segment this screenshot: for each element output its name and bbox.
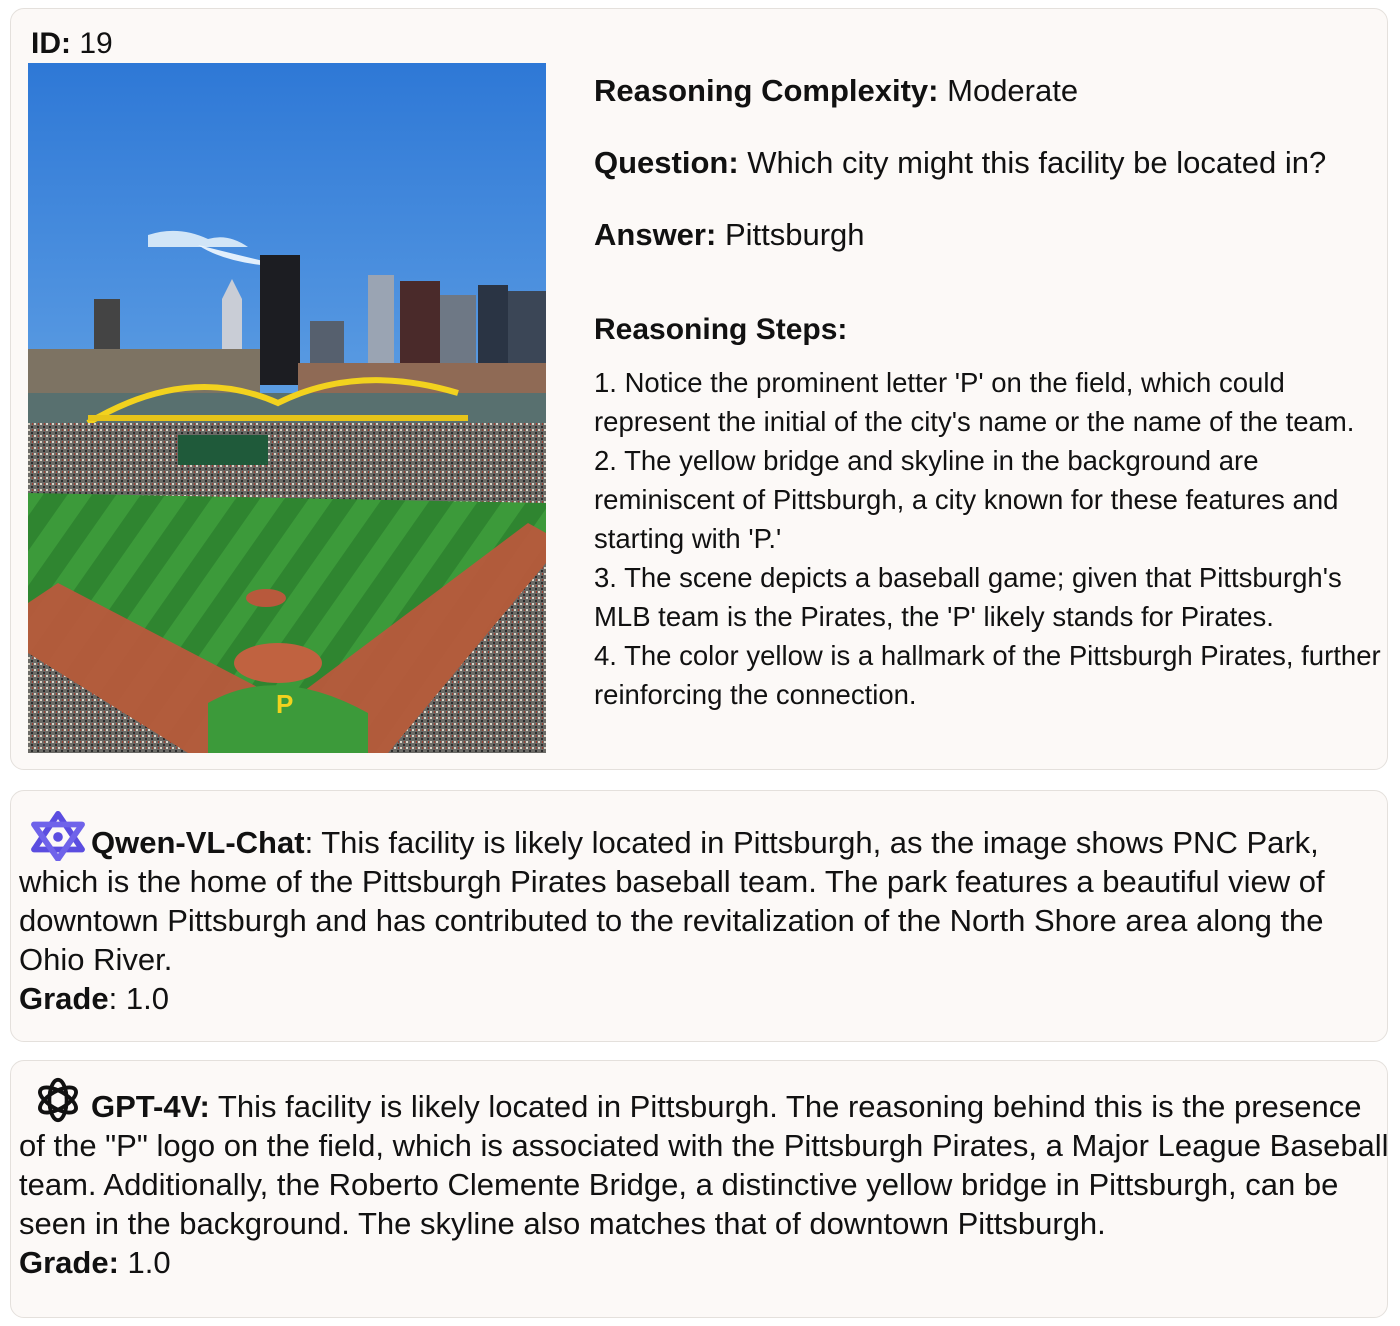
answer-line: Answer: Pittsburgh bbox=[594, 217, 865, 253]
grade-value: 1.0 bbox=[125, 981, 169, 1016]
response-text: GPT-4V: This facility is likely located … bbox=[19, 1075, 1389, 1282]
step-item: 3. The scene depicts a baseball game; gi… bbox=[594, 562, 1342, 632]
openai-logo-icon bbox=[38, 1077, 78, 1123]
question-card: ID: 19 P Reasoning Complexity: Moderate … bbox=[10, 8, 1388, 770]
grade-line: Grade: 1.0 bbox=[19, 979, 1389, 1018]
question-value: Which city might this facility be locate… bbox=[747, 145, 1327, 180]
id-label: ID: bbox=[31, 27, 71, 60]
complexity-label: Reasoning Complexity: bbox=[594, 73, 939, 108]
response-body: This facility is likely located in Pitts… bbox=[19, 1089, 1389, 1241]
stadium-illustration: P bbox=[28, 63, 546, 753]
question-label: Question: bbox=[594, 145, 739, 180]
model-name: Qwen-VL-Chat bbox=[91, 825, 305, 860]
response-card-gpt4v: GPT-4V: This facility is likely located … bbox=[10, 1060, 1389, 1318]
grade-line: Grade: 1.0 bbox=[19, 1243, 1389, 1282]
complexity-value: Moderate bbox=[947, 73, 1079, 108]
field-letter: P bbox=[276, 689, 293, 719]
step-item: 4. The color yellow is a hallmark of the… bbox=[594, 640, 1381, 710]
steps-list: 1. Notice the prominent letter 'P' on th… bbox=[594, 363, 1384, 714]
id-value: 19 bbox=[79, 27, 113, 60]
qwen-logo-icon bbox=[31, 811, 85, 861]
steps-title: Reasoning Steps: bbox=[594, 313, 848, 346]
model-name: GPT-4V: bbox=[91, 1089, 210, 1124]
grade-separator bbox=[119, 1245, 128, 1280]
stadium-photo: P bbox=[28, 63, 546, 753]
grade-value: 1.0 bbox=[127, 1245, 171, 1280]
response-card-qwen: Qwen-VL-Chat: This facility is likely lo… bbox=[10, 790, 1388, 1042]
id-line: ID: 19 bbox=[31, 27, 113, 61]
grade-separator: : bbox=[108, 981, 126, 1016]
response-text: Qwen-VL-Chat: This facility is likely lo… bbox=[19, 811, 1389, 1018]
complexity-line: Reasoning Complexity: Moderate bbox=[594, 73, 1078, 109]
step-item: 1. Notice the prominent letter 'P' on th… bbox=[594, 367, 1355, 437]
grade-label: Grade bbox=[19, 981, 109, 1016]
answer-value: Pittsburgh bbox=[724, 217, 865, 252]
grade-label: Grade: bbox=[19, 1245, 119, 1280]
step-item: 2. The yellow bridge and skyline in the … bbox=[594, 445, 1339, 554]
answer-label: Answer: bbox=[594, 217, 717, 252]
model-separator: : bbox=[304, 825, 314, 860]
question-line: Question: Which city might this facility… bbox=[594, 145, 1326, 181]
